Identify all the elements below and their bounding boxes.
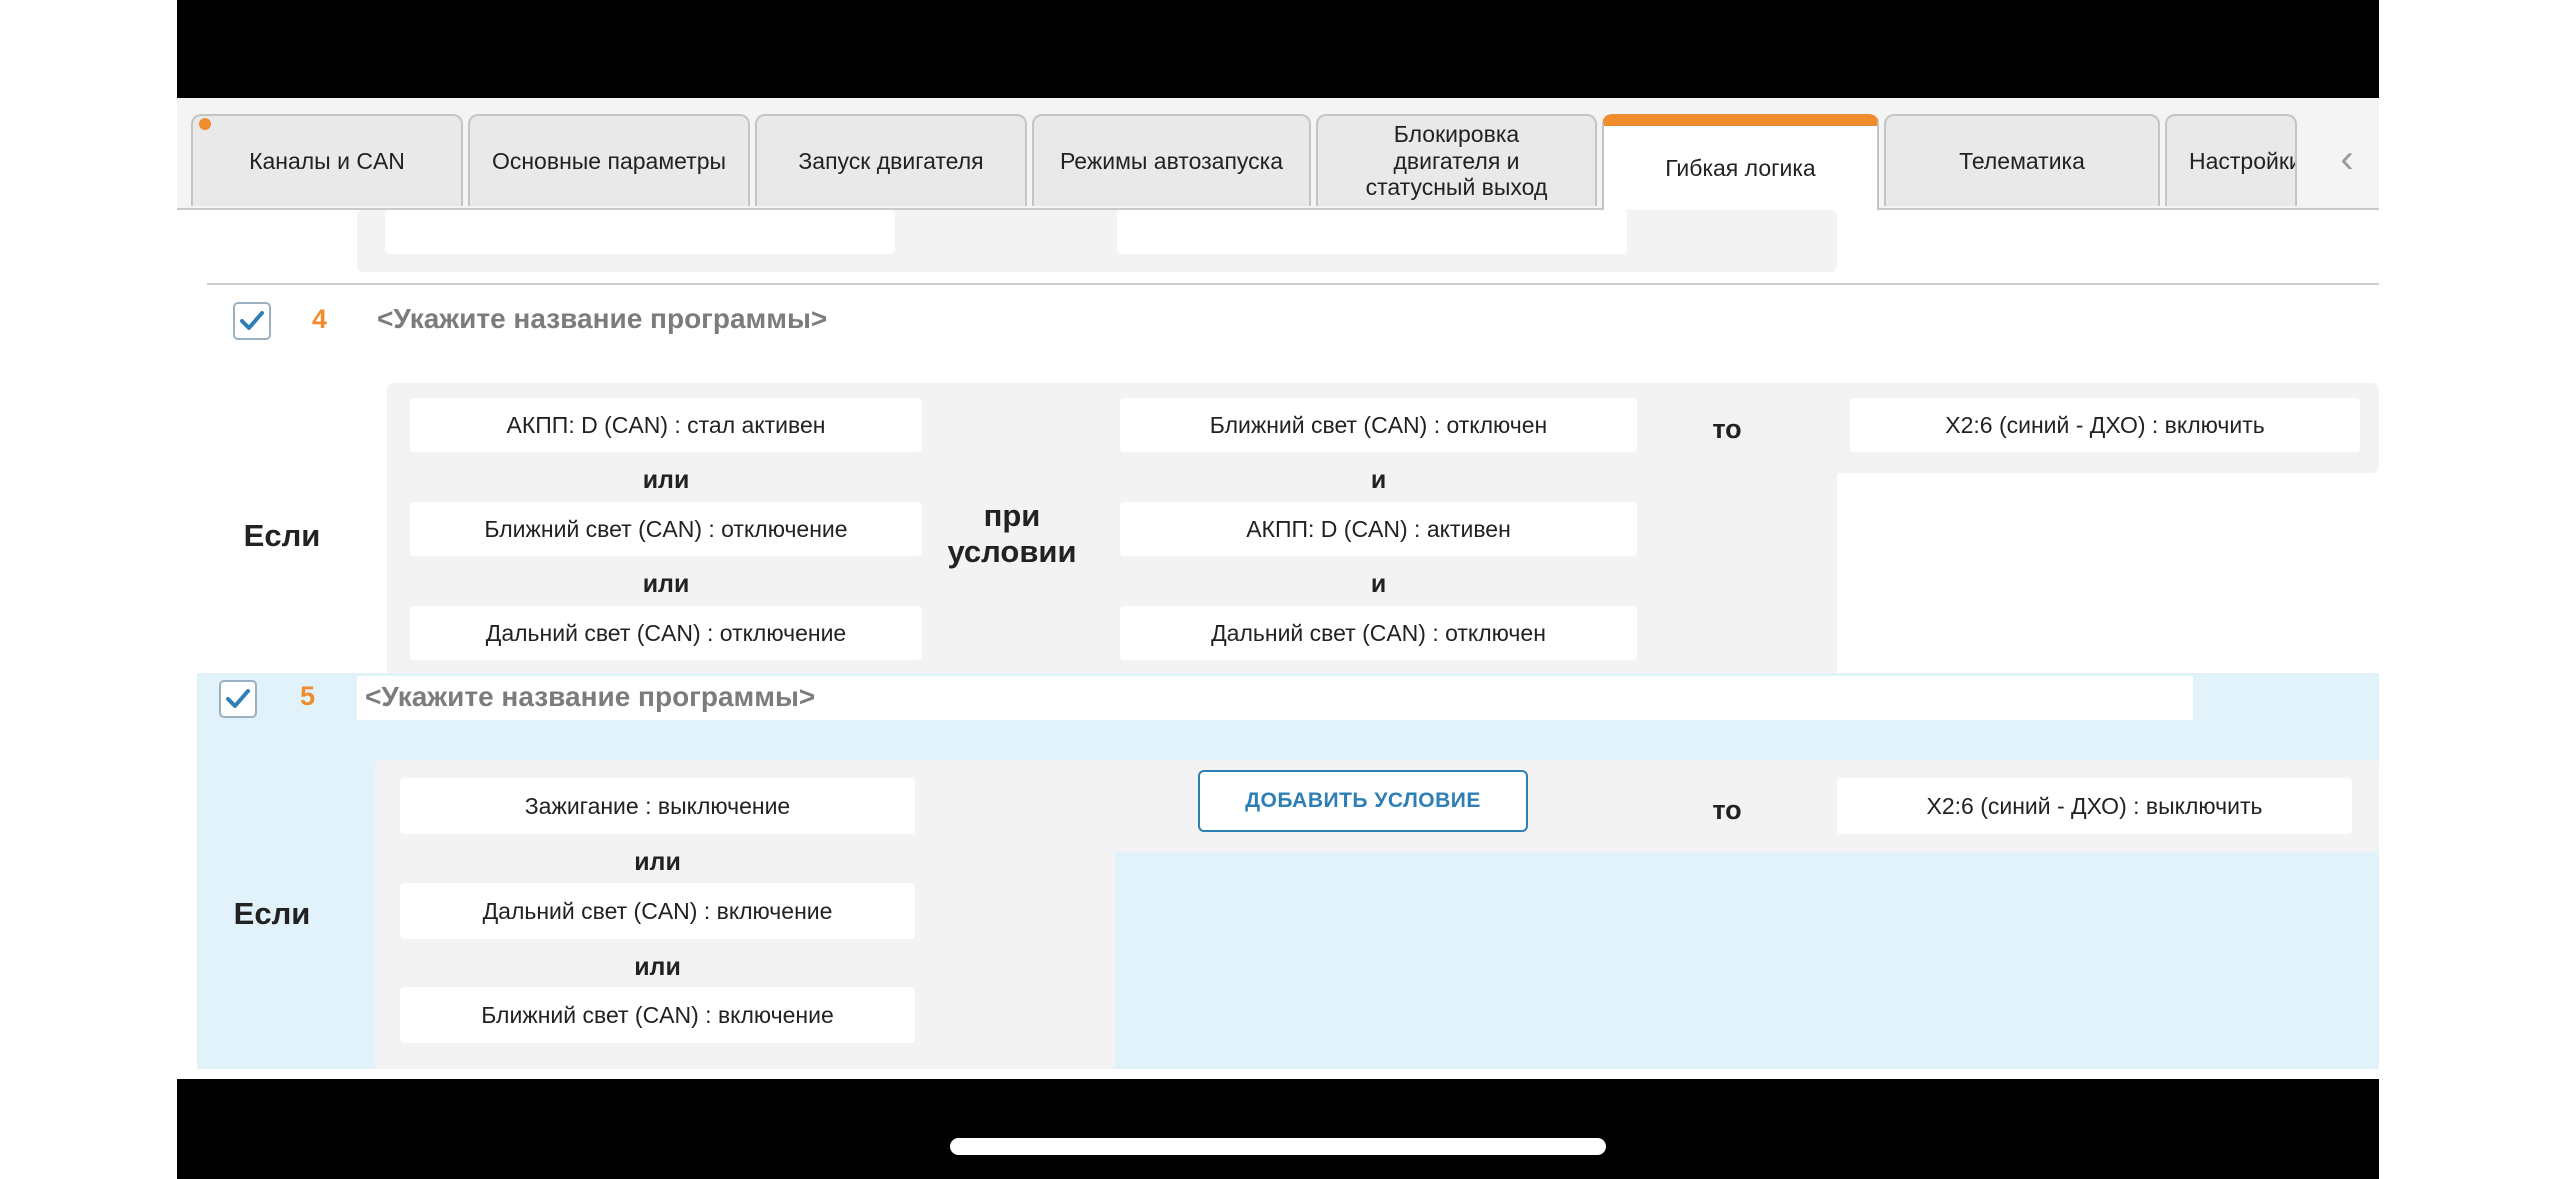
tab-label: Каналы и CAN (249, 147, 405, 174)
or-connector: или (634, 848, 681, 876)
when-label: при условии (947, 498, 1077, 569)
tab-label: Настройки (2189, 147, 2297, 174)
add-condition-button[interactable]: ДОБАВИТЬ УСЛОВИЕ (1198, 770, 1528, 832)
tab-engine-lock[interactable]: Блокировка двигателя и статусный выход (1316, 114, 1597, 206)
tab-label: Запуск двигателя (798, 147, 984, 174)
tab-bar: Каналы и CAN Основные параметры Запуск д… (177, 98, 2379, 210)
tab-engine-start[interactable]: Запуск двигателя (755, 114, 1027, 206)
action-chip[interactable]: X2:6 (синий - ДХО) : включить (1850, 398, 2360, 452)
black-letterbox-top (177, 0, 2379, 98)
then-label: то (1712, 414, 1742, 444)
and-connector: и (1370, 570, 1387, 598)
tab-autostart-modes[interactable]: Режимы автозапуска (1032, 114, 1311, 206)
if-condition-chip[interactable]: Ближний свет (CAN) : отключение (410, 502, 922, 556)
program-name[interactable]: <Укажите название программы> (377, 303, 827, 335)
tab-flexible-logic[interactable]: Гибкая логика (1602, 114, 1879, 210)
checkmark-icon (226, 689, 250, 708)
or-connector: или (642, 466, 690, 494)
tab-label: Блокировка двигателя и статусный выход (1365, 121, 1548, 201)
tab-label: Телематика (1959, 147, 2085, 174)
if-condition-chip[interactable]: Ближний свет (CAN) : включение (400, 987, 915, 1043)
when-condition-chip[interactable]: АКПП: D (CAN) : активен (1120, 502, 1637, 556)
program-number: 4 (312, 304, 328, 334)
tab-label: Основные параметры (491, 147, 727, 174)
program-name[interactable]: <Укажите название программы> (365, 681, 815, 713)
and-connector: и (1370, 466, 1387, 494)
or-connector: или (642, 570, 690, 598)
tab-label: Режимы автозапуска (1059, 147, 1284, 174)
if-condition-chip[interactable]: Дальний свет (CAN) : отключение (410, 606, 922, 660)
chevron-left-icon[interactable]: ‹ (2327, 134, 2367, 184)
when-condition-chip[interactable]: Дальний свет (CAN) : отключен (1120, 606, 1637, 660)
tab-settings[interactable]: Настройки (2165, 114, 2297, 206)
prev-program-condition-chip[interactable] (1117, 210, 1627, 254)
tab-channels-can[interactable]: Каналы и CAN (191, 114, 463, 206)
if-label: Если (243, 518, 321, 553)
or-connector: или (634, 953, 681, 981)
tab-label: Гибкая логика (1665, 154, 1816, 181)
when-condition-chip[interactable]: Ближний свет (CAN) : отключен (1120, 398, 1637, 452)
home-indicator (950, 1138, 1606, 1155)
then-label: то (1712, 795, 1742, 825)
if-condition-chip[interactable]: Зажигание : выключение (400, 778, 915, 834)
if-label: Если (233, 896, 311, 931)
program-4-enabled-checkbox[interactable] (233, 302, 271, 340)
action-chip[interactable]: X2:6 (синий - ДХО) : выключить (1837, 778, 2352, 834)
tab-telematics[interactable]: Телематика (1884, 114, 2160, 206)
prev-program-condition-chip[interactable] (385, 210, 895, 254)
app-window: Каналы и CAN Основные параметры Запуск д… (177, 98, 2379, 1079)
black-letterbox-bottom (177, 1079, 2379, 1179)
tab-indicator-dot (1611, 126, 1622, 128)
if-condition-chip[interactable]: Дальний свет (CAN) : включение (400, 883, 915, 939)
if-condition-chip[interactable]: АКПП: D (CAN) : стал активен (410, 398, 922, 452)
tab-main-params[interactable]: Основные параметры (468, 114, 750, 206)
program-number: 5 (300, 681, 316, 711)
tab-indicator-dot (199, 118, 211, 130)
program-5-enabled-checkbox[interactable] (219, 680, 257, 718)
checkmark-icon (240, 311, 264, 330)
program-divider (207, 283, 2379, 285)
